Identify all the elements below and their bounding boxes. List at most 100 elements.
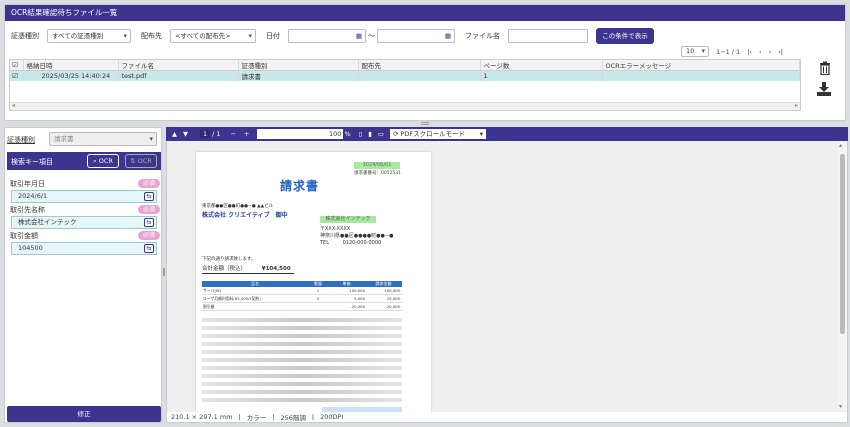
scrollbar-thumb[interactable] [840, 154, 845, 334]
status-divider: | [238, 413, 241, 421]
page-number-input[interactable]: 1 [200, 130, 211, 138]
issuer-tel-row: TEL 0120-000-0000 [320, 240, 381, 246]
recipient-filter-select[interactable]: <すべての配布先> [170, 29, 256, 43]
item-cell: -20,000 [350, 304, 365, 309]
item-cell [308, 303, 328, 310]
ocr-pick-icon[interactable]: ⇆ [144, 192, 154, 201]
issuer-address: 神奈川県●●区●●●●町●●−● [320, 233, 394, 239]
partner-name-input[interactable]: 株式会社インテック ⇆ [11, 216, 157, 229]
vertical-splitter[interactable] [163, 268, 165, 276]
fit-page-icon[interactable]: ▮ [368, 130, 372, 138]
scroll-left-icon[interactable]: ◂ [12, 102, 15, 109]
row-checkbox[interactable]: ☑ [10, 70, 24, 81]
doc-type-filter-select[interactable]: すべての証憑種別 [47, 29, 131, 43]
blurred-row [202, 342, 402, 346]
blurred-row [202, 326, 402, 330]
scroll-down-icon[interactable]: ▾ [839, 403, 842, 410]
amount-input[interactable]: 104500 ⇆ [11, 242, 157, 255]
ocr-button-label: OCR [98, 157, 113, 165]
file-list-title: OCR結果確認待ちファイル一覧 [5, 5, 845, 21]
file-table-wrap: ☑ 格納日時 ファイル名 証憑種別 配布先 ページ数 OCRエラーメッセージ ☑… [9, 59, 801, 111]
issuer-tel: 0120-000-0000 [342, 240, 382, 246]
status-dpi: 200DPI [320, 413, 344, 421]
last-page-icon[interactable]: ›| [778, 48, 783, 56]
ocr-edit-panel: 証憑種別 請求書 検索キー項目 ⌕ OCR ⇅ OCR 取引年月日 必須 202… [4, 127, 162, 423]
search-button[interactable]: この条件で表示 [596, 28, 654, 44]
item-cell: ユーザ月額利用料(¥5,000/1契約) [203, 296, 261, 301]
item-cell: 100,000 [349, 288, 365, 293]
scroll-mode-select[interactable]: ⟳ PDFスクロールモード ▾ [389, 129, 486, 139]
status-divider: | [311, 413, 315, 421]
blurred-row [202, 334, 402, 338]
total-row: 合計金額（税込） ¥104,500 [202, 264, 294, 274]
ocr-pick-icon[interactable]: ⇆ [144, 218, 154, 227]
date-from-input[interactable]: ▦ [288, 29, 366, 43]
ocr-reset-button[interactable]: ⇅ OCR [125, 154, 157, 168]
scroll-mode-icon: ⟳ [392, 130, 399, 138]
fit-width-icon[interactable]: ▭ [378, 130, 384, 138]
required-badge: 必須 [138, 231, 161, 240]
single-page-icon[interactable]: ▯ [359, 130, 363, 138]
doc-type-filter-label: 証憑種別 [11, 32, 39, 40]
zoom-input[interactable]: 100 [257, 129, 344, 139]
file-list-panel: OCR結果確認待ちファイル一覧 証憑種別 すべての証憑種別 配布先 <すべての配… [4, 4, 846, 121]
row-datetime: 2025/03/25 14:40:24 [23, 70, 119, 81]
submit-fix-button[interactable]: 修正 [7, 406, 161, 422]
page-up-icon[interactable]: ▲ [172, 130, 177, 138]
chevron-down-icon: ▾ [479, 130, 483, 138]
horizontal-scrollbar[interactable]: ◂ ▸ [10, 102, 800, 110]
ocr-pick-icon[interactable]: ⇆ [144, 244, 154, 253]
viewer-status-bar: 210.1 × 297.1 mm | カラー | 256階調 | 200DPI [167, 412, 847, 422]
required-badge: 必須 [138, 179, 161, 188]
viewer-toolbar: ▲ ▼ 1 / 1 − + 100 % ▯ ▮ ▭ ⟳ PDFスクロールモード … [166, 127, 848, 141]
items-table: 品名 数量 単価 請求金額 サーバ(W) 1 100,000 100,000 ユ… [202, 281, 402, 311]
next-page-icon[interactable]: › [769, 48, 772, 56]
items-row: サーバ(W) 1 100,000 100,000 [202, 287, 402, 295]
field-label-partner-name: 取引先名称 [10, 206, 45, 214]
ocr-reset-button-label: OCR [137, 157, 152, 165]
blurred-row [202, 318, 402, 322]
select-all-checkbox[interactable]: ☑ [10, 60, 24, 71]
first-page-icon[interactable]: |‹ [747, 48, 752, 56]
date-to-input[interactable]: ▦ [377, 29, 455, 43]
ocr-button[interactable]: ⌕ OCR [87, 154, 119, 168]
column-header[interactable]: ページ数 [480, 60, 603, 71]
doc-type-select[interactable]: 請求書 [49, 132, 157, 146]
viewer-scrollbar[interactable]: ▴ ▾ [838, 142, 847, 410]
calendar-icon[interactable]: ▦ [356, 30, 362, 42]
scroll-right-icon[interactable]: ▸ [795, 102, 798, 109]
calendar-icon[interactable]: ▦ [445, 30, 451, 42]
column-header[interactable]: 格納日時 [23, 60, 119, 71]
prev-page-icon[interactable]: ‹ [759, 48, 762, 56]
item-cell: 100,000 [384, 288, 400, 293]
scroll-up-icon[interactable]: ▴ [839, 142, 842, 149]
customer-address: 東京都●●区●●町●●−● ▲▲ビル [202, 204, 274, 209]
zoom-in-icon[interactable]: + [244, 130, 249, 138]
status-divider: | [272, 413, 275, 421]
horizontal-splitter[interactable] [421, 122, 429, 125]
total-label: 合計金額（税込） [202, 266, 247, 272]
column-header[interactable]: ファイル名 [118, 60, 239, 71]
page-down-icon[interactable]: ▼ [183, 130, 188, 138]
filter-row: 証憑種別 すべての証憑種別 配布先 <すべての配布先> 日付 ▦ ～ ▦ ファイ… [11, 28, 654, 44]
page-size-select[interactable]: 10 [681, 46, 709, 57]
filename-input[interactable] [508, 29, 588, 43]
column-header[interactable]: OCRエラーメッセージ [602, 60, 800, 71]
transaction-date-input[interactable]: 2024/6/1 ⇆ [11, 190, 157, 203]
table-row[interactable]: ☑ 2025/03/25 14:40:24 test.pdf 請求書 1 [10, 70, 800, 81]
customer-name: 株式会社 クリエイティブ 御中 [202, 212, 288, 219]
download-icon[interactable] [817, 82, 833, 96]
blurred-row [202, 374, 402, 378]
column-header[interactable]: 証憑種別 [238, 60, 359, 71]
trash-icon[interactable] [819, 61, 831, 76]
items-row: ユーザ月額利用料(¥5,000/1契約) 5 5,000 25,000 [202, 295, 402, 303]
row-doc-type: 請求書 [238, 70, 359, 81]
invoice-intro: 下記の通り請求致します。 [202, 257, 256, 262]
search-key-bar: 検索キー項目 ⌕ OCR ⇅ OCR [7, 152, 161, 170]
column-header[interactable]: 配布先 [358, 60, 481, 71]
total-value: ¥104,500 [261, 266, 291, 272]
field-label-transaction-date: 取引年月日 [10, 180, 45, 188]
zoom-out-icon[interactable]: − [231, 130, 236, 138]
recipient-filter-label: 配布先 [141, 32, 162, 40]
date-range-tilde: ～ [368, 32, 375, 40]
